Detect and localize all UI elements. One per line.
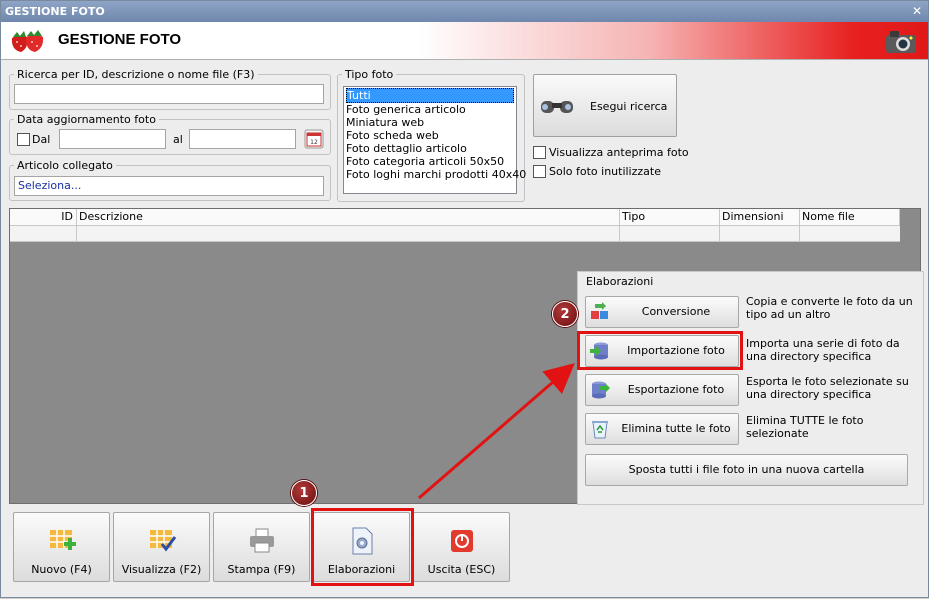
- new-record-icon: [49, 530, 76, 550]
- date-from-field[interactable]: [59, 129, 166, 149]
- conversione-label: Conversione: [641, 305, 711, 318]
- camera-icon: [886, 31, 916, 53]
- binoculars-icon: [541, 101, 573, 113]
- nuovo-button[interactable]: Nuovo (F4): [13, 512, 110, 582]
- strawberry-icon: [11, 30, 44, 52]
- stampa-button[interactable]: Stampa (F9): [213, 512, 310, 582]
- highlight-importazione: [577, 331, 743, 370]
- table-row[interactable]: [10, 226, 900, 242]
- elaborazioni-title: Elaborazioni: [586, 275, 654, 288]
- search-id-label: Ricerca per ID, descrizione o nome file …: [17, 68, 255, 81]
- uscita-label: Uscita (ESC): [427, 563, 496, 576]
- list-item[interactable]: Foto categoria articoli 50x50: [346, 155, 514, 168]
- al-label: al: [173, 133, 183, 146]
- importazione-foto-description: Importa una serie di foto da una directo…: [746, 337, 900, 363]
- list-item[interactable]: Miniatura web: [346, 116, 514, 129]
- search-button[interactable]: Esegui ricerca: [533, 74, 677, 137]
- column-header-id[interactable]: ID: [10, 209, 77, 226]
- esportazione-foto-button[interactable]: Esportazione foto: [585, 374, 739, 406]
- stampa-label: Stampa (F9): [227, 563, 296, 576]
- calendar-icon[interactable]: 12: [304, 129, 324, 149]
- list-item[interactable]: Foto generica articolo: [346, 103, 514, 116]
- convert-icon: [591, 302, 608, 319]
- step-badge-2: 2: [552, 301, 578, 327]
- tipo-foto-label: Tipo foto: [345, 68, 394, 81]
- table-cell: [10, 226, 77, 242]
- column-header-dimensioni[interactable]: Dimensioni: [720, 209, 800, 226]
- gestione-foto-window: GESTIONE FOTO ✕ GESTIONE FOTO Ricerca pe…: [0, 0, 929, 598]
- list-item[interactable]: Foto scheda web: [346, 129, 514, 142]
- conversione-description: Copia e converte le foto da un tipo ad u…: [746, 295, 913, 321]
- power-icon: [450, 530, 473, 552]
- elimina-tutte-label: Elimina tutte le foto: [621, 422, 731, 435]
- preview-label: Visualizza anteprima foto: [549, 146, 689, 159]
- search-button-label: Esegui ricerca: [590, 100, 668, 113]
- preview-checkbox[interactable]: [533, 146, 546, 159]
- list-item[interactable]: Foto loghi marchi prodotti 40x40: [346, 168, 526, 181]
- column-header-descrizione[interactable]: Descrizione: [77, 209, 620, 226]
- elimina-tutte-button[interactable]: Elimina tutte le foto: [585, 413, 739, 445]
- dal-checkbox[interactable]: [17, 133, 30, 146]
- svg-text:12: 12: [310, 139, 318, 146]
- title-bar: GESTIONE FOTO ✕: [1, 1, 928, 22]
- nuovo-label: Nuovo (F4): [31, 563, 92, 576]
- export-icon: [592, 381, 610, 399]
- sposta-file-label: Sposta tutti i file foto in una nuova ca…: [628, 463, 865, 476]
- table-cell: [620, 226, 720, 242]
- unused-label: Solo foto inutilizzate: [549, 165, 661, 178]
- highlight-elaborazioni: [311, 508, 414, 586]
- recycle-bin-icon: [592, 421, 608, 439]
- article-select[interactable]: Seleziona...: [14, 176, 324, 196]
- window-title: GESTIONE FOTO: [5, 5, 105, 18]
- list-item[interactable]: Foto dettaglio articolo: [346, 142, 514, 155]
- date-to-field[interactable]: [189, 129, 296, 149]
- search-input[interactable]: [14, 84, 324, 104]
- visualizza-button[interactable]: Visualizza (F2): [113, 512, 210, 582]
- tipo-foto-list[interactable]: Tutti Foto generica articolo Miniatura w…: [343, 86, 526, 194]
- table-cell: [720, 226, 800, 242]
- column-header-tipo[interactable]: Tipo: [620, 209, 720, 226]
- page-title: GESTIONE FOTO: [58, 31, 182, 48]
- header-banner: GESTIONE FOTO: [1, 22, 928, 60]
- table-cell: [77, 226, 620, 242]
- elimina-tutte-description: Elimina TUTTE le foto selezionate: [746, 414, 864, 440]
- article-group-label: Articolo collegato: [17, 159, 113, 172]
- unused-checkbox[interactable]: [533, 165, 546, 178]
- visualizza-label: Visualizza (F2): [121, 563, 202, 576]
- date-group-label: Data aggiornamento foto: [17, 113, 156, 126]
- list-item-tutti[interactable]: Tutti: [346, 88, 514, 103]
- grid-header: ID Descrizione Tipo Dimensioni Nome file: [10, 209, 900, 226]
- view-record-icon: [149, 530, 176, 552]
- conversione-button[interactable]: Conversione: [585, 296, 739, 328]
- dal-label: Dal: [32, 133, 51, 146]
- step-badge-1: 1: [291, 480, 317, 506]
- printer-icon: [249, 528, 274, 553]
- column-header-nome-file[interactable]: Nome file: [800, 209, 900, 226]
- close-icon[interactable]: ✕: [912, 1, 922, 22]
- sposta-file-button[interactable]: Sposta tutti i file foto in una nuova ca…: [585, 454, 908, 486]
- uscita-button[interactable]: Uscita (ESC): [413, 512, 510, 582]
- esportazione-foto-description: Esporta le foto selezionate su una direc…: [746, 375, 909, 401]
- esportazione-foto-label: Esportazione foto: [627, 383, 725, 396]
